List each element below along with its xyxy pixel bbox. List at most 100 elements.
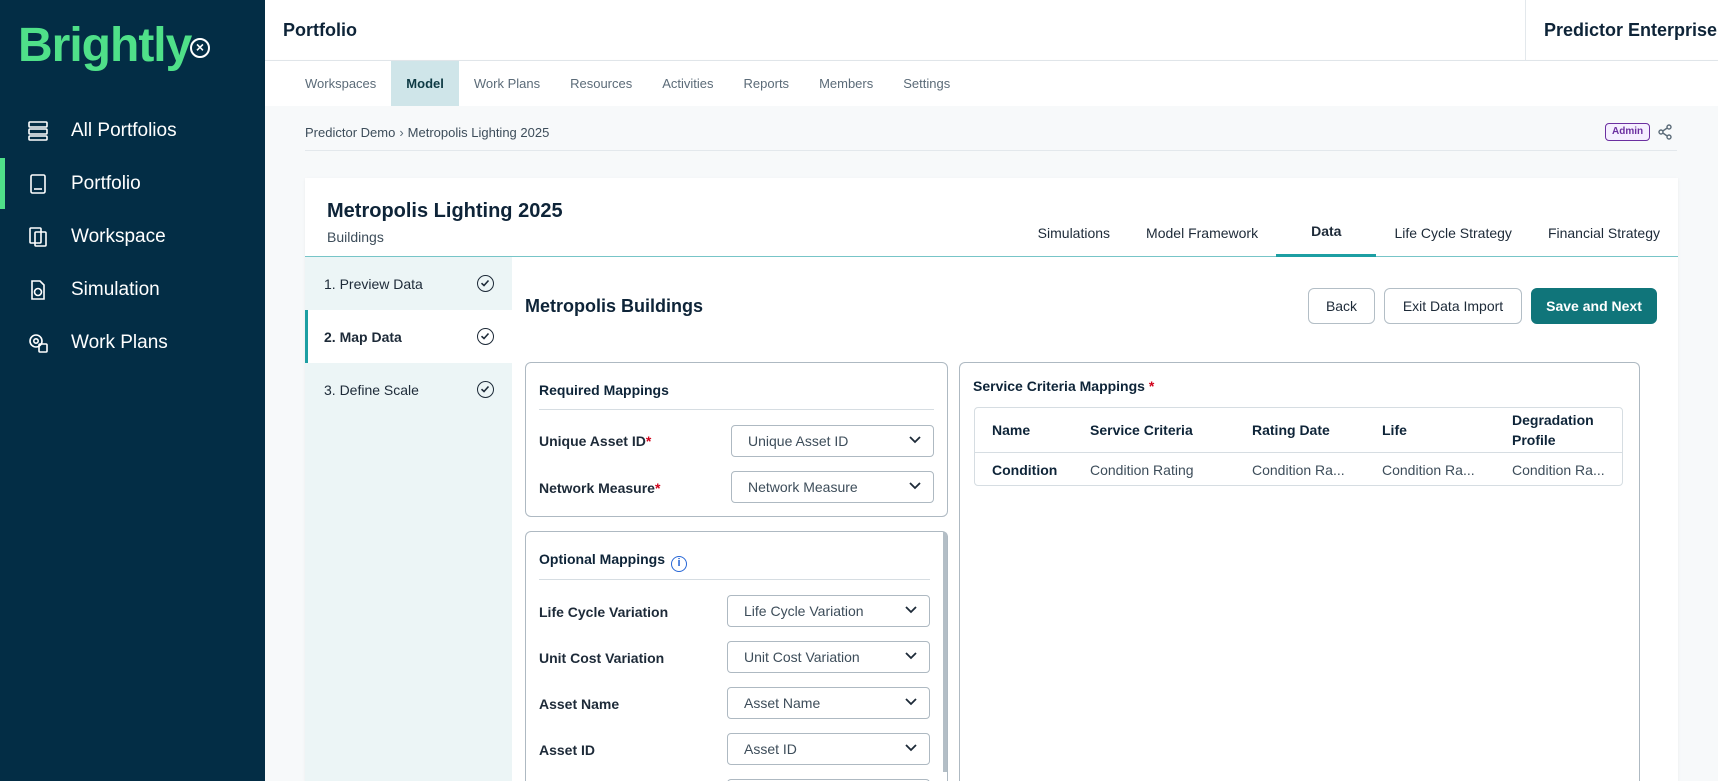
chevron-down-icon [905, 744, 917, 752]
logo-text: Brightly [18, 19, 192, 72]
sidebar-nav: All Portfolios Portfolio Workspace Simul… [0, 104, 265, 369]
tab-members[interactable]: Members [804, 61, 888, 106]
tab-life-cycle-strategy[interactable]: Life Cycle Strategy [1376, 208, 1530, 257]
service-criteria-title: Service Criteria Mappings * [973, 378, 1155, 394]
network-measure-label: Network Measure* [539, 480, 661, 496]
chevron-down-icon [909, 436, 921, 444]
sidebar-item-label: Portfolio [71, 172, 141, 194]
tab-model-framework[interactable]: Model Framework [1128, 208, 1276, 257]
optional-mappings-title: Optional Mappings i [539, 551, 687, 572]
column-header[interactable]: Degradation Profile [1512, 408, 1612, 452]
step-label: 1. Preview Data [324, 275, 423, 292]
table-cell[interactable]: Condition Ra... [1252, 453, 1372, 487]
unique-asset-id-label: Unique Asset ID* [539, 433, 652, 449]
sidebar-item-simulation[interactable]: Simulation [0, 263, 265, 316]
asset-name-label: Asset Name [539, 696, 620, 712]
brightly-logo[interactable]: Brightly [18, 18, 192, 74]
table-cell[interactable]: Condition Rating [1090, 453, 1240, 487]
check-circle-icon [477, 275, 494, 292]
asset-id-label: Asset ID [539, 742, 596, 758]
select-value: Asset Name [744, 695, 821, 711]
panel-divider [539, 579, 930, 580]
asset-id-select[interactable]: Asset ID [727, 733, 930, 765]
check-circle-icon [477, 328, 494, 345]
unique-asset-id-select[interactable]: Unique Asset ID [731, 425, 934, 457]
breadcrumb: Predictor Demo › Metropolis Lighting 2025 [305, 125, 549, 140]
model-tabs: Simulations Model Framework Data Life Cy… [1020, 208, 1678, 257]
share-icon[interactable] [1657, 124, 1673, 140]
tab-reports[interactable]: Reports [729, 61, 805, 106]
table-cell[interactable]: Condition Ra... [1512, 453, 1617, 487]
breadcrumb-parent[interactable]: Predictor Demo [305, 125, 395, 140]
close-sidebar-icon[interactable]: × [190, 38, 210, 58]
documents-icon [29, 227, 47, 247]
chevron-down-icon [905, 606, 917, 614]
exit-data-import-button[interactable]: Exit Data Import [1384, 288, 1522, 324]
column-header[interactable]: Service Criteria [1090, 408, 1193, 452]
unit-cost-variation-label: Unit Cost Variation [539, 650, 665, 666]
chevron-down-icon [905, 652, 917, 660]
sidebar: Brightly × All Portfolios Portfolio Work… [0, 0, 265, 781]
dataset-title: Metropolis Buildings [525, 296, 703, 316]
model-subtitle: Buildings [327, 229, 384, 245]
tab-financial-strategy[interactable]: Financial Strategy [1530, 208, 1678, 257]
network-measure-select[interactable]: Network Measure [731, 471, 934, 503]
select-value: Asset ID [744, 741, 797, 757]
chevron-down-icon [905, 698, 917, 706]
back-button[interactable]: Back [1308, 288, 1375, 324]
model-title: Metropolis Lighting 2025 [327, 200, 563, 222]
tab-model[interactable]: Model [391, 61, 459, 106]
chevron-down-icon [909, 482, 921, 490]
step-map-data[interactable]: 2. Map Data [305, 310, 512, 363]
tab-work-plans[interactable]: Work Plans [459, 61, 555, 106]
tab-activities[interactable]: Activities [647, 61, 728, 106]
breadcrumb-divider [305, 150, 1677, 151]
required-mappings-panel: Required Mappings Unique Asset ID* Uniqu… [525, 362, 948, 517]
life-cycle-variation-label: Life Cycle Variation [539, 604, 669, 620]
select-value: Life Cycle Variation [744, 603, 864, 619]
save-and-next-button[interactable]: Save and Next [1531, 288, 1657, 324]
database-icon [28, 121, 48, 141]
tab-simulations[interactable]: Simulations [1020, 208, 1128, 257]
table-cell[interactable]: Condition [992, 453, 1082, 487]
tab-workspaces[interactable]: Workspaces [265, 61, 391, 106]
table-cell[interactable]: Condition Ra... [1382, 453, 1502, 487]
sidebar-item-label: All Portfolios [71, 119, 177, 141]
scrollbar[interactable] [943, 532, 947, 772]
service-criteria-table: Name Service Criteria Rating Date Life D… [974, 407, 1623, 486]
step-label: 2. Map Data [324, 328, 402, 345]
step-label: 3. Define Scale [324, 381, 419, 398]
app-header: Portfolio Predictor Enterprise [265, 0, 1718, 61]
tab-resources[interactable]: Resources [555, 61, 647, 106]
column-header[interactable]: Rating Date [1252, 408, 1330, 452]
unit-cost-variation-select[interactable]: Unit Cost Variation [727, 641, 930, 673]
tab-settings[interactable]: Settings [888, 61, 965, 106]
life-cycle-variation-select[interactable]: Life Cycle Variation [727, 595, 930, 627]
tab-data[interactable]: Data [1276, 208, 1377, 257]
select-value: Unique Asset ID [748, 433, 849, 449]
page-title: Portfolio [283, 20, 357, 40]
optional-mappings-panel: Optional Mappings i Life Cycle Variation … [525, 531, 948, 781]
sidebar-item-workspace[interactable]: Workspace [0, 210, 265, 263]
sidebar-item-portfolio[interactable]: Portfolio [0, 157, 265, 210]
import-steps: 1. Preview Data 2. Map Data 3. Define Sc… [305, 257, 512, 781]
sidebar-item-label: Work Plans [71, 331, 168, 353]
select-value: Network Measure [748, 479, 858, 495]
file-chart-icon [31, 280, 45, 300]
sidebar-item-label: Simulation [71, 278, 160, 300]
column-header[interactable]: Name [992, 408, 1030, 452]
book-icon [30, 174, 46, 194]
sidebar-item-label: Workspace [71, 225, 166, 247]
product-name: Predictor Enterprise [1525, 0, 1718, 61]
sidebar-item-work-plans[interactable]: Work Plans [0, 316, 265, 369]
column-header[interactable]: Life [1382, 408, 1407, 452]
sidebar-item-all-portfolios[interactable]: All Portfolios [0, 104, 265, 157]
step-define-scale[interactable]: 3. Define Scale [305, 363, 512, 416]
top-nav: Workspaces Model Work Plans Resources Ac… [265, 61, 1718, 106]
info-icon[interactable]: i [671, 556, 687, 572]
admin-badge: Admin [1605, 123, 1651, 141]
step-preview-data[interactable]: 1. Preview Data [305, 257, 512, 310]
asset-name-select[interactable]: Asset Name [727, 687, 930, 719]
gear-clipboard-icon [29, 334, 48, 353]
check-circle-icon [477, 381, 494, 398]
